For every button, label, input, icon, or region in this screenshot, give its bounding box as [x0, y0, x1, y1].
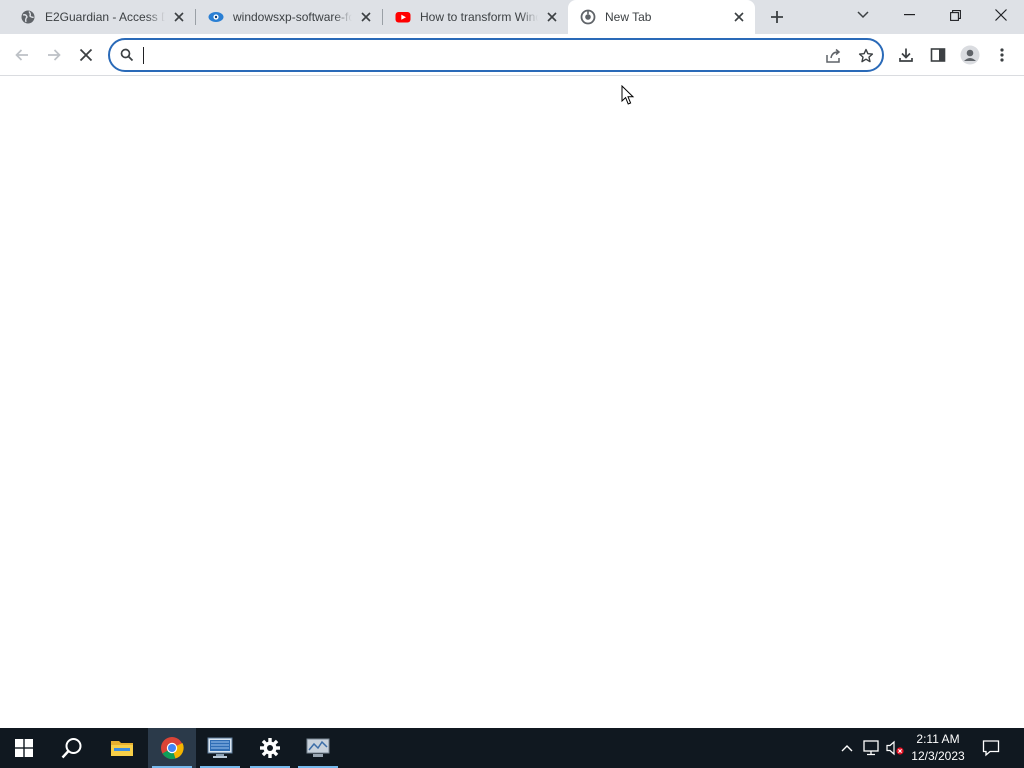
globe-icon [20, 9, 36, 25]
back-arrow-icon[interactable] [6, 39, 38, 71]
tab-title: E2Guardian - Access Denied [45, 10, 165, 24]
action-center-icon[interactable] [978, 728, 1004, 768]
menu-kebab-icon[interactable] [986, 39, 1018, 71]
tab-close-icon[interactable] [544, 9, 560, 25]
restore-icon[interactable] [932, 0, 978, 30]
youtube-icon [395, 9, 411, 25]
tab-new-tab[interactable]: New Tab [568, 0, 755, 34]
search-icon [120, 48, 134, 67]
tab-close-icon[interactable] [358, 9, 374, 25]
start-windows-icon[interactable] [0, 728, 48, 768]
clock-date: 12/3/2023 [911, 749, 965, 763]
stop-loading-icon[interactable] [70, 39, 102, 71]
download-icon[interactable] [890, 39, 922, 71]
forward-arrow-icon[interactable] [38, 39, 70, 71]
share-icon[interactable] [824, 46, 844, 66]
system-clock[interactable]: 2:11 AM 12/3/2023 [906, 731, 970, 765]
address-input[interactable] [142, 45, 802, 65]
mouse-cursor-icon [621, 84, 635, 111]
minimize-icon[interactable] [886, 0, 932, 30]
clock-time: 2:11 AM [916, 732, 960, 746]
close-icon[interactable] [978, 0, 1024, 30]
browser-toolbar [0, 34, 1024, 76]
windows-taskbar: 2:11 AM 12/3/2023 [0, 728, 1024, 768]
bookmark-star-icon[interactable] [856, 46, 876, 66]
tab-title: windowsxp-software-for-windows [233, 10, 352, 24]
address-bar[interactable] [108, 38, 884, 72]
file-explorer-icon[interactable] [98, 728, 146, 768]
tab-close-icon[interactable] [731, 9, 747, 25]
chrome-icon[interactable] [148, 728, 196, 768]
tab-search-icon[interactable] [840, 0, 886, 30]
profile-avatar-icon[interactable] [954, 39, 986, 71]
tab-title: How to transform Windows [420, 10, 538, 24]
side-panel-icon[interactable] [922, 39, 954, 71]
show-hidden-icons-chevron[interactable] [836, 728, 858, 768]
tab-title: New Tab [605, 10, 652, 24]
settings-gear-icon[interactable] [246, 728, 294, 768]
page-content [0, 77, 1024, 728]
network-icon[interactable] [860, 728, 882, 768]
text-caret [143, 47, 144, 64]
chrome-newtab-icon [580, 9, 596, 25]
tab-close-icon[interactable] [171, 9, 187, 25]
server-manager-icon[interactable] [294, 728, 342, 768]
tab-e2guardian[interactable]: E2Guardian - Access Denied [8, 0, 195, 34]
search-icon[interactable] [48, 728, 96, 768]
tab-strip: E2Guardian - Access Denied windowsxp-sof… [0, 0, 1024, 34]
tab-windowsxp-software[interactable]: windowsxp-software-for-windows [196, 0, 382, 34]
new-tab-plus-icon[interactable] [765, 5, 789, 29]
volume-muted-icon[interactable] [884, 728, 906, 768]
blue-app-icon [208, 9, 224, 25]
tab-how-to-transform[interactable]: How to transform Windows [383, 0, 568, 34]
remote-desktop-icon[interactable] [196, 728, 244, 768]
